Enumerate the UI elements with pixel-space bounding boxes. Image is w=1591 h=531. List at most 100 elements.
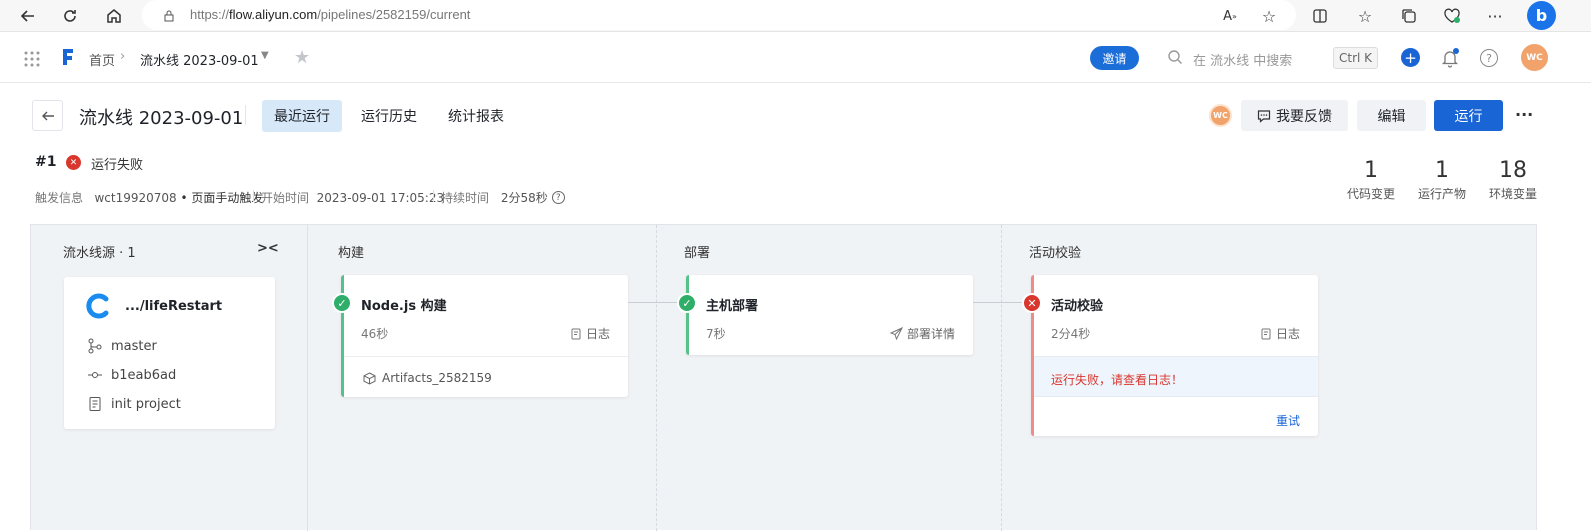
- help-icon[interactable]: ?: [1480, 49, 1498, 67]
- retry-button[interactable]: 重试: [1276, 412, 1300, 429]
- breadcrumb-separator-icon: ›: [120, 49, 126, 64]
- read-aloud-icon[interactable]: A»: [1218, 4, 1242, 28]
- branch-name: master: [111, 338, 157, 354]
- commit-message: init project: [111, 396, 181, 412]
- page-title: 流水线 2023-09-01: [79, 108, 244, 129]
- trigger-mode: • 页面手动触发: [180, 191, 264, 205]
- back-button[interactable]: [32, 100, 63, 131]
- trigger-info: 触发信息 wct19920708 • 页面手动触发: [35, 189, 263, 206]
- failed-status-icon: ✕: [66, 155, 81, 170]
- artifact-row[interactable]: Artifacts_2582159: [363, 371, 492, 385]
- bing-icon[interactable]: b: [1527, 1, 1556, 30]
- stat-artifacts[interactable]: 1 运行产物: [1412, 158, 1472, 202]
- source-column-divider: [307, 225, 308, 531]
- commit-icon: [88, 372, 102, 378]
- collections-icon[interactable]: [1397, 4, 1421, 28]
- tab-run-history[interactable]: 运行历史: [349, 100, 429, 132]
- package-icon: [363, 371, 376, 385]
- refresh-icon[interactable]: [58, 4, 82, 28]
- trigger-label: 触发信息: [35, 191, 84, 205]
- more-icon[interactable]: ···: [1483, 4, 1507, 28]
- search-shortcut: Ctrl K: [1333, 47, 1379, 69]
- stage-divider: [656, 225, 657, 531]
- error-message: 运行失败，请查看日志！: [1051, 373, 1184, 387]
- app-grid-icon[interactable]: [24, 51, 40, 71]
- source-card[interactable]: .../lifeRestart master b1eab6ad init pro…: [64, 277, 275, 429]
- log-link[interactable]: 日志: [570, 325, 610, 342]
- more-icon[interactable]: ···: [1515, 105, 1533, 124]
- breadcrumb-home[interactable]: 首页: [89, 50, 115, 69]
- health-icon[interactable]: [1440, 4, 1464, 28]
- stat-label: 环境变量: [1488, 187, 1537, 201]
- bell-icon[interactable]: [1441, 48, 1459, 72]
- log-icon: [571, 328, 581, 339]
- meta-divider: [433, 190, 434, 202]
- job-name: 活动校验: [1051, 299, 1104, 314]
- job-duration: 7秒: [706, 327, 726, 341]
- stat-value: 18: [1499, 158, 1527, 183]
- success-icon: ✓: [677, 293, 697, 313]
- app-header: 首页 › 流水线 2023-09-01 ▼ ★ 邀请 在 流水线 中搜索 Ctr…: [0, 33, 1591, 83]
- trigger-user[interactable]: wct19920708: [94, 191, 176, 205]
- feedback-button[interactable]: 我要反馈: [1241, 100, 1348, 131]
- add-icon[interactable]: +: [1401, 48, 1420, 67]
- run-status-text: 运行失败: [91, 158, 144, 173]
- home-icon[interactable]: [102, 4, 126, 28]
- tab-latest-run[interactable]: 最近运行: [262, 100, 342, 132]
- feedback-label: 我要反馈: [1276, 108, 1332, 125]
- run-button[interactable]: 运行: [1434, 100, 1503, 131]
- star-icon[interactable]: ★: [294, 47, 310, 68]
- job-duration: 46秒: [361, 327, 389, 341]
- job-card-deploy[interactable]: ✓ 主机部署 7秒 部署详情: [677, 275, 973, 355]
- log-icon: [1261, 328, 1271, 339]
- favorite-star-icon[interactable]: ☆: [1257, 4, 1281, 28]
- start-time-label: 开始时间: [261, 191, 310, 205]
- browser-toolbar: https://flow.aliyun.com/pipelines/258215…: [0, 0, 1591, 32]
- log-link-label: 日志: [1275, 327, 1300, 341]
- job-card-build[interactable]: ✓ Node.js 构建 46秒 日志 Artifacts_2582159: [332, 275, 628, 397]
- start-time-value: 2023-09-01 17:05:23: [316, 191, 445, 205]
- message-row: init project: [87, 396, 181, 412]
- url-text[interactable]: https://flow.aliyun.com/pipelines/258215…: [190, 7, 470, 22]
- search-input[interactable]: 在 流水线 中搜索: [1193, 50, 1292, 69]
- stat-env-vars[interactable]: 18 环境变量: [1483, 158, 1543, 202]
- deploy-details-link[interactable]: 部署详情: [889, 325, 955, 342]
- source-title: 流水线源 · 1: [63, 246, 136, 261]
- edit-button[interactable]: 编辑: [1357, 100, 1426, 131]
- avatar[interactable]: WC: [1209, 104, 1232, 127]
- divider: [344, 356, 628, 357]
- deploy-details-label: 部署详情: [906, 327, 955, 341]
- help-icon[interactable]: ?: [551, 191, 565, 204]
- job-card-verify[interactable]: ✕ 活动校验 2分4秒 日志 运行失败，请查看日志！ 重试: [1022, 275, 1318, 436]
- stage-title-deploy: 部署: [684, 246, 711, 261]
- start-time-info: 开始时间 2023-09-01 17:05:23: [261, 189, 444, 206]
- duration-label: 持续时间: [441, 191, 490, 205]
- chevron-down-icon[interactable]: ▼: [261, 50, 269, 61]
- avatar[interactable]: WC: [1521, 44, 1548, 71]
- breadcrumb-pipeline[interactable]: 流水线 2023-09-01: [140, 50, 259, 69]
- document-icon: [89, 397, 101, 411]
- meta-divider: [253, 190, 254, 202]
- duration-value: 2分58秒: [500, 191, 548, 205]
- flow-logo-icon[interactable]: [60, 47, 76, 71]
- stat-code-changes[interactable]: 1 代码变更: [1341, 158, 1401, 202]
- repo-name[interactable]: .../lifeRestart: [125, 299, 222, 314]
- tab-statistics[interactable]: 统计报表: [436, 100, 516, 132]
- commit-hash[interactable]: b1eab6ad: [111, 368, 176, 383]
- back-arrow-icon[interactable]: [16, 4, 40, 28]
- log-link-label: 日志: [585, 327, 610, 341]
- collapse-icon[interactable]: ><: [257, 241, 279, 256]
- split-screen-icon[interactable]: [1308, 4, 1332, 28]
- invite-button[interactable]: 邀请: [1090, 46, 1139, 70]
- codeup-logo-icon: [86, 293, 112, 323]
- pipeline-canvas: 流水线源 · 1 >< .../lifeRestart master b1eab…: [30, 224, 1537, 531]
- log-link[interactable]: 日志: [1260, 325, 1300, 342]
- stat-label: 代码变更: [1346, 187, 1395, 201]
- job-name: Node.js 构建: [361, 299, 447, 314]
- lock-icon[interactable]: [157, 4, 181, 28]
- back-arrow-icon: [41, 111, 54, 120]
- commit-row: b1eab6ad: [87, 367, 176, 383]
- send-icon: [889, 327, 903, 340]
- favorites-icon[interactable]: ☆: [1353, 4, 1377, 28]
- stage-divider: [1001, 225, 1002, 531]
